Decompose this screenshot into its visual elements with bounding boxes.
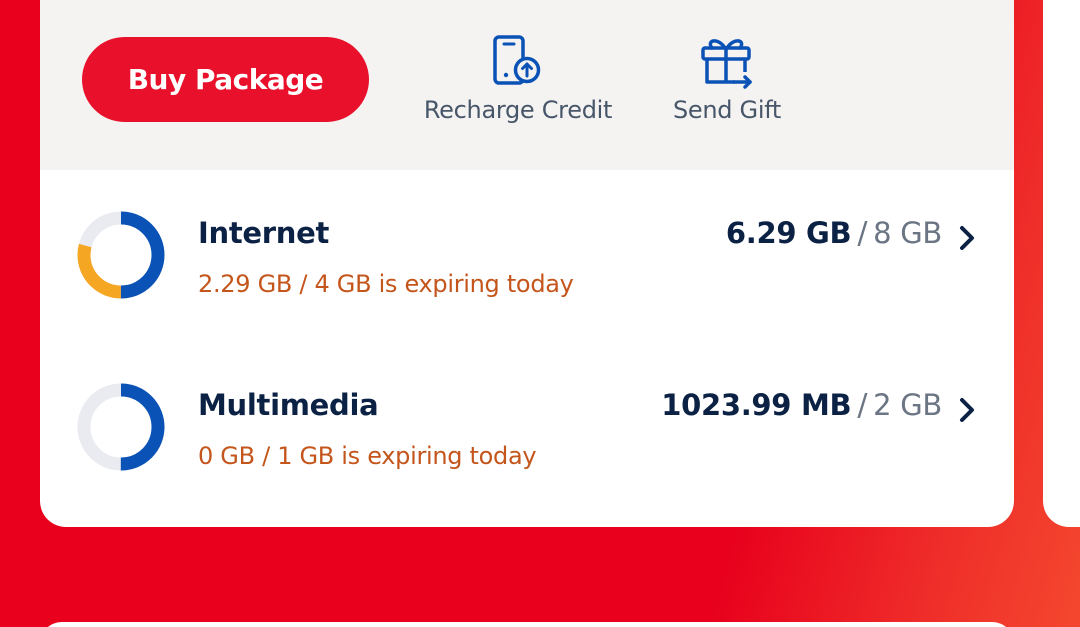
expiring-note: 2.29 GB / 4 GB is expiring today xyxy=(198,270,574,298)
balance-amount: 6.29 GB/8 GB xyxy=(726,216,942,251)
usage-donut-multimedia xyxy=(77,383,165,471)
send-gift-button[interactable]: Send Gift xyxy=(666,34,788,124)
balance-amount: 1023.99 MB/2 GB xyxy=(661,388,942,423)
balance-card: Buy Package Recharge Credit Send Gift In… xyxy=(40,0,1014,527)
gift-icon xyxy=(701,39,752,89)
amount-total: 8 GB xyxy=(873,216,942,250)
chevron-right-icon xyxy=(960,226,974,250)
lower-card-peek xyxy=(40,622,1014,627)
send-gift-label: Send Gift xyxy=(672,96,782,124)
quick-actions-bar: Buy Package Recharge Credit Send Gift xyxy=(40,0,1014,170)
amount-total: 2 GB xyxy=(873,388,942,422)
chevron-right-icon xyxy=(960,398,974,422)
buy-package-button[interactable]: Buy Package xyxy=(82,37,369,122)
recharge-credit-button[interactable]: Recharge Credit xyxy=(408,34,628,124)
usage-donut-internet xyxy=(77,211,165,299)
next-card-peek xyxy=(1043,0,1080,527)
recharge-credit-label: Recharge Credit xyxy=(423,96,613,124)
balance-title: Internet xyxy=(198,216,330,250)
amount-separator: / xyxy=(857,388,868,423)
balance-row-internet[interactable]: Internet 2.29 GB / 4 GB is expiring toda… xyxy=(40,190,1014,300)
amount-used: 1023.99 MB xyxy=(661,388,852,422)
phone-upload-icon xyxy=(493,35,541,85)
expiring-note: 0 GB / 1 GB is expiring today xyxy=(198,442,537,470)
amount-used: 6.29 GB xyxy=(725,216,852,250)
amount-separator: / xyxy=(857,216,868,251)
balance-title: Multimedia xyxy=(198,388,379,422)
balance-row-multimedia[interactable]: Multimedia 0 GB / 1 GB is expiring today… xyxy=(40,362,1014,472)
